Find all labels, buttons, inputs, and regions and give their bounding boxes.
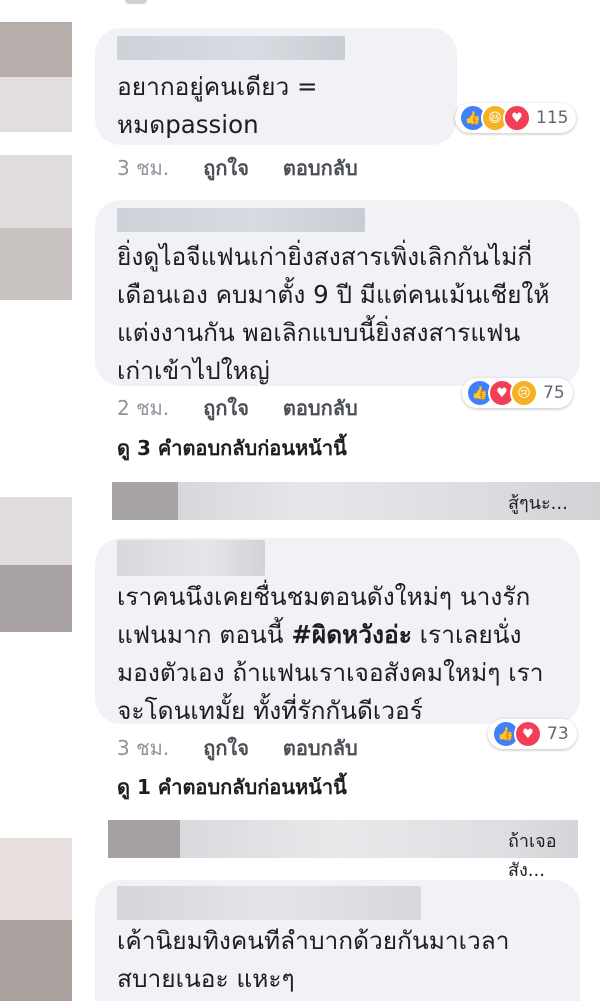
reaction-count: 115 (536, 108, 569, 128)
comment-time[interactable]: 3 ชม. (117, 152, 169, 184)
reply-button[interactable]: ตอบกลับ (283, 152, 358, 184)
reply-avatar (112, 482, 178, 520)
reply-preview-row[interactable]: ถ้าเจอสัง... (108, 820, 590, 881)
blurred-author-name[interactable] (117, 36, 345, 60)
comment-actions: 3 ชม. ถูกใจ ตอบกลับ (117, 152, 358, 184)
avatar[interactable] (0, 22, 72, 132)
hashtag-link[interactable]: #ผิดหวังอ่ะ (291, 620, 412, 649)
reply-button[interactable]: ตอบกลับ (283, 732, 358, 764)
comment-bubble: ยิ่งดูไอจีแฟนเก่ายิ่งสงสารเพิ่งเลิกกันไม… (95, 200, 580, 386)
comment-actions: 3 ชม. ถูกใจ ตอบกลับ (117, 732, 358, 764)
comment-actions: 2 ชม. ถูกใจ ตอบกลับ (117, 392, 358, 424)
sad-icon: 😢 (510, 379, 538, 407)
comment-time[interactable]: 3 ชม. (117, 732, 169, 764)
blurred-author-name[interactable] (117, 208, 365, 232)
view-previous-replies-link[interactable]: ดู 1 คำตอบกลับก่อนหน้านี้ (117, 771, 347, 803)
comment-time[interactable]: 2 ชม. (117, 392, 169, 424)
comment-bubble: เค้านิยมทิงคนทีลำบากด้วยกันมาเวลา สบายเน… (95, 880, 580, 1001)
love-icon: ♥ (503, 104, 531, 132)
like-button[interactable]: ถูกใจ (203, 392, 249, 424)
reply-preview-text: สู้ๆนะ... (508, 493, 568, 514)
reaction-count: 73 (547, 724, 569, 744)
reaction-count: 75 (543, 383, 565, 403)
like-button[interactable]: ถูกใจ (203, 152, 249, 184)
reply-preview-row[interactable]: สู้ๆนะ... (112, 482, 600, 520)
reply-button[interactable]: ตอบกลับ (283, 392, 358, 424)
reaction-summary[interactable]: 👍 😆 ♥ 115 (455, 103, 577, 133)
reply-preview-text: ถ้าเจอสัง... (508, 831, 557, 881)
comment-text: เราคนนึงเคยชื่นชมตอนดังใหม่ๆ นางรัก แฟนม… (117, 578, 544, 730)
like-button[interactable]: ถูกใจ (203, 732, 249, 764)
blurred-author-name[interactable] (117, 886, 421, 920)
comment-bubble: อยากอยู่คนเดียว = หมดpassion (95, 28, 457, 145)
comment-text: ยิ่งดูไอจีแฟนเก่ายิ่งสงสารเพิ่งเลิกกันไม… (117, 242, 550, 385)
reply-avatar (108, 820, 180, 858)
blurred-author-name[interactable] (117, 540, 265, 576)
reaction-summary[interactable]: 👍 ♥ 73 (488, 719, 577, 749)
reaction-summary[interactable]: 👍 ♥ 😢 75 (462, 378, 573, 408)
view-previous-replies-link[interactable]: ดู 3 คำตอบกลับก่อนหน้านี้ (117, 432, 347, 464)
avatar[interactable] (0, 497, 72, 632)
divider (125, 0, 147, 4)
comment-bubble: เราคนนึงเคยชื่นชมตอนดังใหม่ๆ นางรัก แฟนม… (95, 538, 580, 725)
love-icon: ♥ (514, 720, 542, 748)
comment-text: อยากอยู่คนเดียว = หมดpassion (117, 72, 318, 139)
avatar[interactable] (0, 838, 72, 1001)
comment-text: เค้านิยมทิงคนทีลำบากด้วยกันมาเวลา สบายเน… (117, 926, 510, 993)
avatar[interactable] (0, 155, 72, 300)
